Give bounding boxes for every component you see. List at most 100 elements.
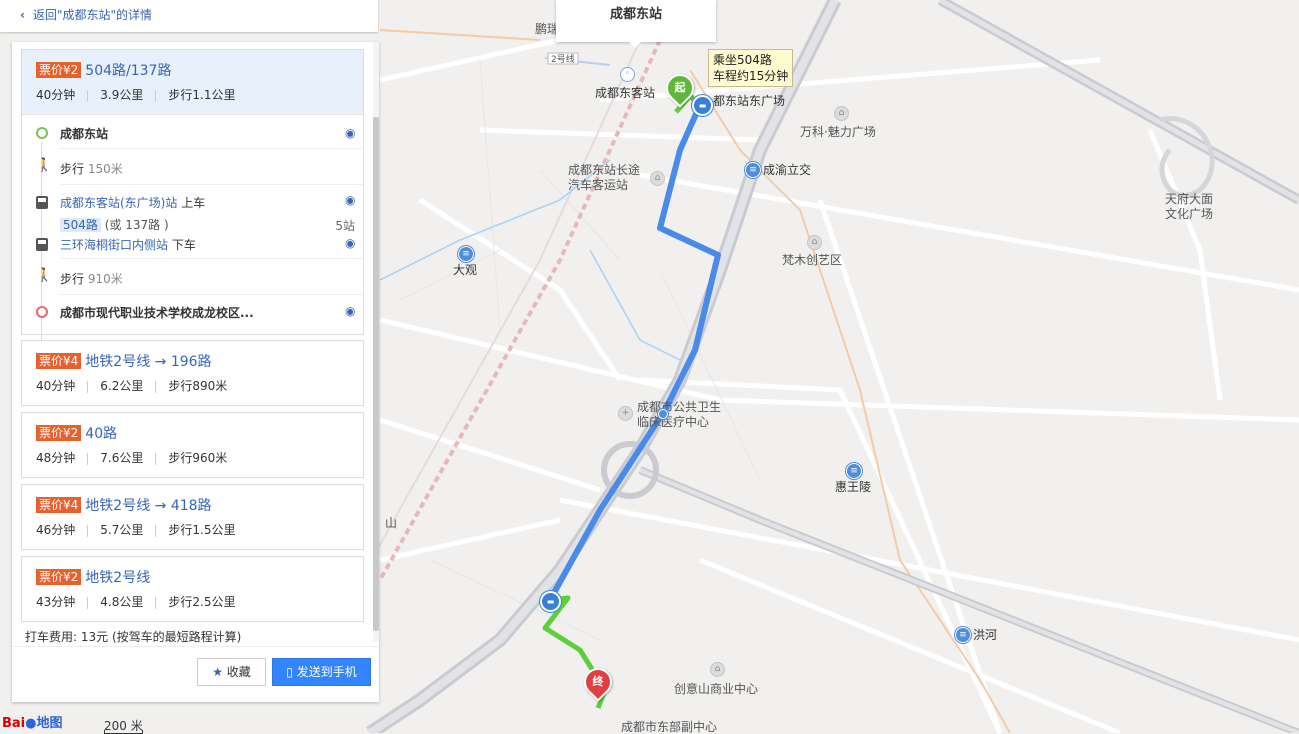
map-label-chengyu[interactable]: 成渝立交 — [763, 163, 811, 177]
route-card-2[interactable]: 票价¥4 地铁2号线 → 196路 40分钟 6.2公里 步行890米 — [21, 340, 364, 406]
route-distance: 3.9公里 — [100, 88, 144, 102]
route-time: 46分钟 — [36, 523, 76, 537]
price-badge: 票价¥4 — [36, 353, 82, 369]
price-badge: 票价¥2 — [36, 425, 82, 441]
station-card[interactable]: 成都东站 — [556, 0, 716, 48]
map-label-changtu-2[interactable]: 汽车客运站 — [568, 178, 628, 192]
station-icon-daguan[interactable]: ≡ — [458, 246, 474, 262]
bus-icon — [36, 196, 48, 209]
route-card-4[interactable]: 票价¥4 地铁2号线 → 418路 46分钟 5.7公里 步行1.5公里 — [21, 484, 364, 550]
route-1-header[interactable]: 票价¥2 504路/137路 40分钟 3.9公里 步行1.1公里 — [22, 50, 363, 115]
step-walk-2-dist: 910米 — [87, 272, 123, 286]
step-origin: 成都东站 — [60, 127, 109, 141]
poi-icon-hospital[interactable]: + — [618, 406, 633, 421]
map-label-daguan[interactable]: 大观 — [453, 263, 477, 277]
back-link[interactable]: 返回"成都东站"的详情 — [33, 8, 152, 22]
send-to-phone-button[interactable]: ▯ 发送到手机 — [272, 658, 371, 686]
station-icon-honghe[interactable]: ≡ — [955, 627, 971, 643]
phone-icon: ▯ — [286, 665, 293, 679]
route-card-1[interactable]: 票价¥2 504路/137路 40分钟 3.9公里 步行1.1公里 成都东站 ◉ 🚶 … — [21, 49, 364, 342]
tooltip-line-1: 乘坐504路 — [713, 53, 772, 67]
route-name[interactable]: 地铁2号线 → 418路 — [85, 498, 211, 514]
bus-stop-alight-icon[interactable]: ▬ — [540, 591, 561, 612]
map-label-changtu-1[interactable]: 成都东站长途 — [568, 163, 640, 177]
scrollbar-thumb[interactable] — [373, 117, 379, 631]
step-bus-tag[interactable]: 504路 — [60, 218, 101, 232]
route-walk: 步行2.5公里 — [168, 595, 236, 609]
route-card-3[interactable]: 票价¥2 40路 48分钟 7.6公里 步行960米 — [21, 412, 364, 478]
route-panel: 票价¥2 504路/137路 40分钟 3.9公里 步行1.1公里 成都东站 ◉ 🚶 … — [12, 42, 379, 702]
route-name[interactable]: 40路 — [85, 426, 117, 442]
taxi-fare: 打车费用: 13元 (按驾车的最短路程计算) — [25, 630, 242, 644]
map-label-line2: 2号线 — [551, 55, 575, 65]
step-bus-alt: (或 137路 ) — [104, 218, 169, 232]
walk-icon: 🚶 — [36, 158, 53, 173]
locate-pin-icon[interactable]: ◉ — [345, 126, 355, 140]
step-stop-count: 5站 — [335, 219, 355, 233]
map-label-gonggong-1[interactable]: 成都市公共卫生 — [637, 400, 721, 414]
map-label-dongbu[interactable]: 成都市东部副中心 — [621, 720, 717, 734]
map-label-honghe[interactable]: 洪河 — [973, 628, 997, 642]
price-badge: 票价¥2 — [36, 62, 82, 78]
map-label-fanmu[interactable]: 梵木创艺区 — [782, 253, 842, 267]
bus-tooltip: 乘坐504路 车程约15分钟 — [708, 49, 794, 87]
route-walk: 步行890米 — [168, 379, 228, 393]
step-walk-1: 步行 — [60, 162, 85, 176]
price-badge: 票价¥4 — [36, 497, 82, 513]
locate-pin-icon[interactable]: ◉ — [345, 193, 355, 207]
back-bar[interactable]: ‹ 返回"成都东站"的详情 — [0, 0, 378, 32]
route-name[interactable]: 504路/137路 — [85, 63, 171, 79]
map-label-chuangyishan[interactable]: 创意山商业中心 — [674, 682, 758, 696]
send-label: 发送到手机 — [296, 665, 357, 679]
station-card-title: 成都东站 — [609, 7, 662, 22]
route-distance: 6.2公里 — [100, 379, 144, 393]
step-board-word: 上车 — [181, 196, 206, 210]
step-alight-word: 下车 — [171, 238, 196, 252]
map-label-tianfu-1[interactable]: 天府大面 — [1165, 192, 1213, 206]
station-icon-chengyu[interactable]: ≡ — [745, 162, 761, 178]
route-time: 40分钟 — [36, 88, 76, 102]
route-name[interactable]: 地铁2号线 → 196路 — [85, 354, 211, 370]
end-pin-label: 终 — [592, 675, 604, 688]
map-label-tianfu-2[interactable]: 文化广场 — [1165, 207, 1213, 221]
map-label-gonggong-2[interactable]: 临床医疗中心 — [637, 415, 709, 429]
map-label-shan: 山 — [385, 516, 398, 530]
route-distance: 5.7公里 — [100, 523, 144, 537]
logo-text-2: 地图 — [36, 716, 63, 731]
route-walk: 步行1.1公里 — [168, 88, 236, 102]
origin-dot-icon — [36, 127, 48, 139]
start-pin-label: 起 — [674, 81, 686, 94]
baidu-logo[interactable]: Bai●地图 — [2, 712, 63, 731]
price-badge: 票价¥2 — [36, 569, 82, 585]
poi-icon-fanmu[interactable]: ⌂ — [807, 235, 822, 250]
metro-station-icon[interactable]: ◦ — [620, 67, 635, 82]
step-board-stop[interactable]: 成都东客站(东广场)站 — [60, 196, 177, 210]
bus-stop-board-icon[interactable]: ▬ — [692, 95, 713, 116]
route-time: 48分钟 — [36, 451, 76, 465]
poi-icon-chuangyishan[interactable]: ⌂ — [710, 662, 725, 677]
route-card-5[interactable]: 票价¥2 地铁2号线 43分钟 4.8公里 步行2.5公里 — [21, 556, 364, 622]
locate-pin-icon[interactable]: ◉ — [345, 236, 355, 250]
poi-icon-wanke[interactable]: ⌂ — [834, 106, 849, 121]
route-distance: 4.8公里 — [100, 595, 144, 609]
map-label-dongguangchang[interactable]: 都东站东广场 — [713, 94, 785, 108]
route-name[interactable]: 地铁2号线 — [85, 570, 150, 586]
step-destination: 成都市现代职业技术学校成龙校区... — [60, 306, 254, 320]
logo-text: Bai — [2, 716, 26, 731]
favorite-button[interactable]: ★ 收藏 — [197, 658, 266, 686]
favorite-label: 收藏 — [226, 665, 251, 679]
bus-icon — [36, 238, 48, 251]
star-icon: ★ — [212, 665, 223, 679]
locate-pin-icon[interactable]: ◉ — [345, 304, 355, 318]
paw-icon: ● — [25, 716, 37, 731]
destination-dot-icon — [36, 306, 48, 318]
map-label-chengdudong-keyun[interactable]: 成都东客站 — [595, 86, 655, 100]
route-distance: 7.6公里 — [100, 451, 144, 465]
poi-icon-changtu[interactable]: ⌂ — [650, 171, 665, 186]
map-scale: 200 米 — [104, 719, 143, 734]
station-icon-mid — [658, 409, 668, 419]
station-icon-huiwangling[interactable]: ≡ — [846, 463, 862, 479]
step-alight-stop[interactable]: 三环海桐街口内侧站 — [60, 238, 168, 252]
map-label-huiwangling[interactable]: 惠王陵 — [835, 480, 871, 494]
map-label-wanke[interactable]: 万科·魅力广场 — [800, 125, 876, 139]
